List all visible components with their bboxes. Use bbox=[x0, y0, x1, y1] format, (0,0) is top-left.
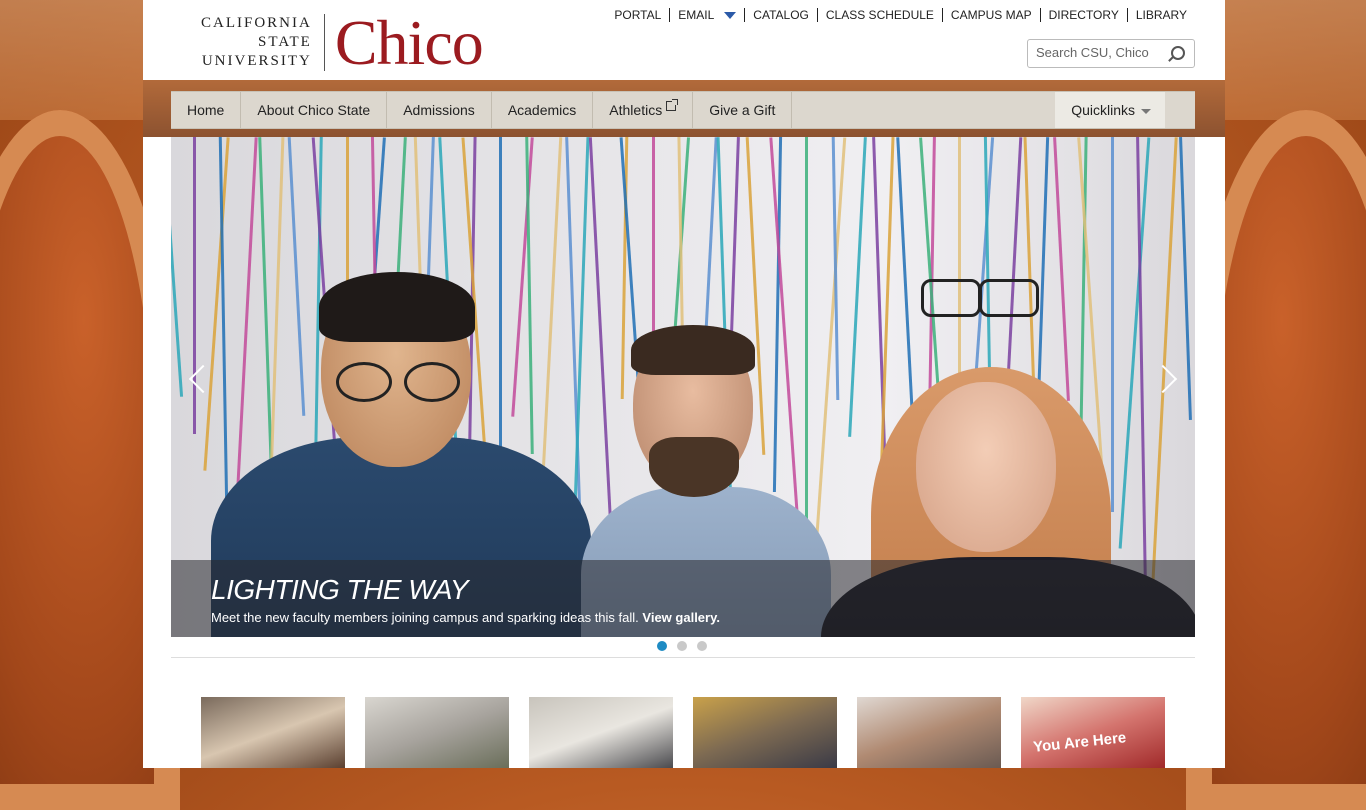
carousel-dot-1[interactable] bbox=[657, 641, 667, 651]
util-link-class-schedule[interactable]: CLASS SCHEDULE bbox=[816, 8, 942, 22]
thumb-mascot[interactable] bbox=[201, 697, 345, 768]
nav-academics[interactable]: Academics bbox=[492, 92, 594, 128]
carousel-dot-2[interactable] bbox=[677, 641, 687, 651]
thumb-students-reading[interactable] bbox=[857, 697, 1001, 768]
hero-caption: LIGHTING THE WAY Meet the new faculty me… bbox=[171, 560, 1195, 637]
hero-title: LIGHTING THE WAY bbox=[211, 574, 469, 605]
carousel-next-icon[interactable] bbox=[1148, 364, 1178, 394]
yarn-strand bbox=[805, 137, 808, 566]
nav-home[interactable]: Home bbox=[171, 92, 242, 128]
quicklinks-dropdown[interactable]: Quicklinks bbox=[1055, 92, 1165, 128]
carousel-dot-3[interactable] bbox=[697, 641, 707, 651]
thumb-you-are-here-text: You Are Here bbox=[1032, 729, 1128, 756]
nav-about[interactable]: About Chico State bbox=[241, 92, 388, 128]
utility-nav: PORTAL EMAIL CATALOG CLASS SCHEDULE CAMP… bbox=[606, 8, 1195, 22]
hero-description-text: Meet the new faculty members joining cam… bbox=[211, 610, 639, 625]
yarn-strand bbox=[1179, 137, 1192, 420]
external-link-icon bbox=[666, 99, 679, 111]
university-logo[interactable]: CALIFORNIA STATE UNIVERSITY Chico bbox=[201, 6, 484, 78]
util-link-portal[interactable]: PORTAL bbox=[606, 8, 669, 22]
glasses-icon bbox=[979, 279, 1039, 317]
hero-description: Meet the new faculty members joining cam… bbox=[211, 610, 720, 625]
yarn-strand bbox=[287, 137, 306, 416]
yarn-strand bbox=[831, 137, 840, 401]
hero-person-3-head bbox=[916, 382, 1056, 552]
yarn-strand bbox=[1118, 137, 1151, 549]
logo-line-2: STATE bbox=[258, 34, 312, 50]
thumb-whiteboard[interactable] bbox=[529, 697, 673, 768]
logo-line-3: UNIVERSITY bbox=[201, 53, 312, 69]
util-link-campus-map[interactable]: CAMPUS MAP bbox=[941, 8, 1040, 22]
search-box bbox=[1027, 39, 1195, 68]
thumb-student-tablet[interactable] bbox=[365, 697, 509, 768]
nav-athletics-label: Athletics bbox=[609, 102, 663, 118]
glasses-icon bbox=[336, 362, 392, 402]
logo-wordmark: Chico bbox=[334, 6, 484, 78]
nav-athletics[interactable]: Athletics bbox=[593, 92, 694, 128]
search-input[interactable] bbox=[1036, 45, 1166, 60]
yarn-strand bbox=[193, 137, 196, 434]
search-icon[interactable] bbox=[1171, 46, 1185, 60]
carousel-dots bbox=[657, 641, 707, 651]
yarn-strand bbox=[1053, 137, 1070, 401]
util-link-library[interactable]: LIBRARY bbox=[1126, 8, 1195, 22]
page-container: CALIFORNIA STATE UNIVERSITY Chico PORTAL… bbox=[143, 0, 1225, 768]
yarn-strand bbox=[171, 137, 184, 397]
section-divider bbox=[171, 657, 1195, 658]
hero-view-gallery-link[interactable]: View gallery. bbox=[642, 610, 720, 625]
quicklinks-label: Quicklinks bbox=[1071, 102, 1135, 118]
util-link-directory[interactable]: DIRECTORY bbox=[1039, 8, 1127, 22]
main-nav: Home About Chico State Admissions Academ… bbox=[171, 91, 1195, 129]
chevron-down-icon bbox=[1141, 108, 1151, 114]
util-link-catalog[interactable]: CATALOG bbox=[744, 8, 817, 22]
yarn-strand bbox=[540, 137, 563, 491]
util-link-email[interactable]: EMAIL bbox=[669, 8, 744, 22]
hero-carousel[interactable]: LIGHTING THE WAY Meet the new faculty me… bbox=[171, 137, 1195, 637]
util-link-email-label: EMAIL bbox=[678, 8, 715, 22]
nav-give-a-gift[interactable]: Give a Gift bbox=[693, 92, 793, 128]
logo-line-1: CALIFORNIA bbox=[201, 15, 312, 31]
glasses-icon bbox=[404, 362, 460, 402]
logo-csu-text: CALIFORNIA STATE UNIVERSITY bbox=[201, 14, 325, 71]
hero-person-1-hair bbox=[319, 272, 475, 342]
thumb-speaker[interactable] bbox=[693, 697, 837, 768]
yarn-strand bbox=[848, 137, 867, 437]
site-header: CALIFORNIA STATE UNIVERSITY Chico PORTAL… bbox=[143, 0, 1225, 80]
nav-admissions[interactable]: Admissions bbox=[387, 92, 492, 128]
glasses-icon bbox=[921, 279, 981, 317]
hero-person-2-hair bbox=[631, 325, 755, 375]
feature-thumbnails: You Are Here bbox=[201, 697, 1165, 768]
hero-person-2-beard bbox=[649, 437, 739, 497]
chevron-down-icon bbox=[724, 12, 737, 20]
thumb-you-are-here[interactable]: You Are Here bbox=[1021, 697, 1165, 768]
yarn-strand bbox=[1111, 137, 1114, 512]
